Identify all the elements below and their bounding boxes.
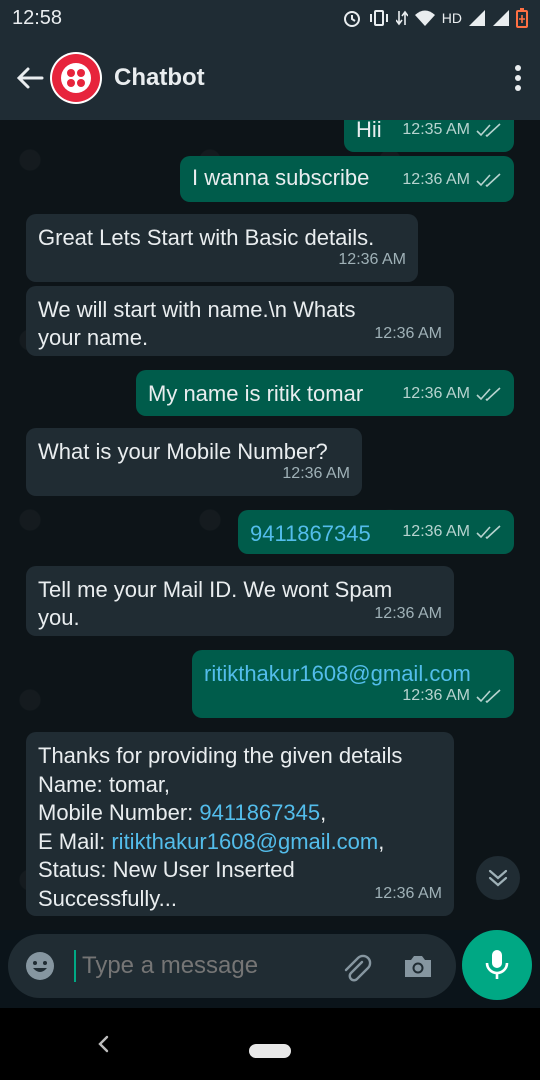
message-text: Great Lets Start with Basic details. (38, 225, 375, 250)
message-bubble-outgoing[interactable]: Hii 12:35 AM (344, 120, 514, 152)
nav-back-icon[interactable] (96, 1034, 110, 1054)
signal-icon (469, 10, 485, 26)
voice-message-button[interactable] (462, 930, 532, 1000)
message-bubble-outgoing[interactable]: I wanna subscribe 12:36 AM (180, 156, 514, 202)
message-time: 12:36 AM (402, 687, 470, 704)
double-check-icon (476, 689, 501, 703)
status-time: 12:58 (12, 6, 63, 29)
phone-link[interactable]: 9411867345 (199, 800, 320, 825)
email-link[interactable]: ritikthakur1608@gmail.com (111, 829, 378, 854)
microphone-icon (485, 950, 509, 979)
system-icons: HD (342, 8, 528, 28)
wifi-icon (414, 10, 435, 26)
overflow-menu-button[interactable] (514, 64, 522, 97)
back-button[interactable] (10, 58, 50, 98)
message-input[interactable] (74, 950, 324, 982)
scroll-to-bottom-button[interactable] (476, 856, 520, 900)
message-text: I wanna subscribe (192, 165, 370, 190)
message-time: 12:36 AM (374, 325, 442, 342)
message-list[interactable]: Hii 12:35 AM I wanna subscribe 12:36 AM … (0, 120, 540, 930)
message-time: 12:36 AM (282, 465, 350, 482)
message-bubble-incoming[interactable]: Great Lets Start with Basic details. 12:… (26, 214, 418, 282)
message-bubble-outgoing[interactable]: 9411867345 12:36 AM (238, 510, 514, 554)
data-arrows-icon (395, 10, 408, 26)
message-text-line: Mobile Number: 9411867345, (38, 800, 327, 825)
message-bubble-incoming[interactable]: What is your Mobile Number? 12:36 AM (26, 428, 362, 496)
message-text: My name is ritik tomar (148, 381, 364, 406)
camera-icon[interactable] (402, 952, 434, 980)
message-text: We will start with name.\n Whats your na… (38, 297, 356, 350)
message-text-line: E Mail: ritikthakur1608@gmail.com, (38, 828, 385, 854)
message-time: 12:36 AM (402, 523, 470, 540)
avatar[interactable] (50, 52, 102, 104)
phone-link[interactable]: 9411867345 (250, 521, 371, 546)
twilio-logo-icon (52, 54, 100, 102)
message-bubble-incoming[interactable]: Tell me your Mail ID. We wont Spam you. … (26, 566, 454, 636)
attach-icon[interactable] (340, 952, 372, 984)
message-bubble-outgoing[interactable]: My name is ritik tomar 12:36 AM (136, 370, 514, 416)
double-check-icon (476, 387, 501, 401)
message-bubble-incoming[interactable]: We will start with name.\n Whats your na… (26, 286, 454, 356)
double-chevron-down-icon (488, 869, 508, 887)
system-navigation-bar (0, 1008, 540, 1080)
message-bubble-incoming[interactable]: Thanks for providing the given details N… (26, 732, 454, 916)
double-check-icon (476, 173, 501, 187)
message-text-line: Thanks for providing the given details (38, 743, 403, 768)
double-check-icon (476, 525, 501, 539)
more-vertical-icon (515, 65, 521, 91)
message-time: 12:35 AM (402, 121, 470, 138)
status-bar: 12:58 HD (0, 0, 540, 36)
message-text-line: Name: tomar, (38, 771, 171, 797)
alarm-icon (343, 11, 360, 27)
message-composer (8, 934, 456, 998)
message-time: 12:36 AM (374, 884, 442, 902)
double-check-icon (476, 123, 501, 137)
network-type-label: HD (441, 10, 462, 26)
nav-home-pill[interactable] (249, 1044, 291, 1058)
signal-2-icon (493, 10, 509, 26)
message-text: Hii (356, 120, 382, 142)
vibrate-icon (369, 10, 388, 26)
message-time: 12:36 AM (374, 605, 442, 622)
message-time: 12:36 AM (338, 251, 406, 268)
arrow-left-icon (16, 67, 44, 89)
message-time: 12:36 AM (402, 385, 470, 402)
battery-icon (516, 8, 528, 28)
message-time: 12:36 AM (402, 171, 470, 188)
chat-title[interactable]: Chatbot (114, 64, 205, 92)
chat-header: Chatbot (0, 36, 540, 120)
message-bubble-outgoing[interactable]: ritikthakur1608@gmail.com 12:36 AM (192, 650, 514, 718)
emoji-icon[interactable] (24, 950, 56, 982)
